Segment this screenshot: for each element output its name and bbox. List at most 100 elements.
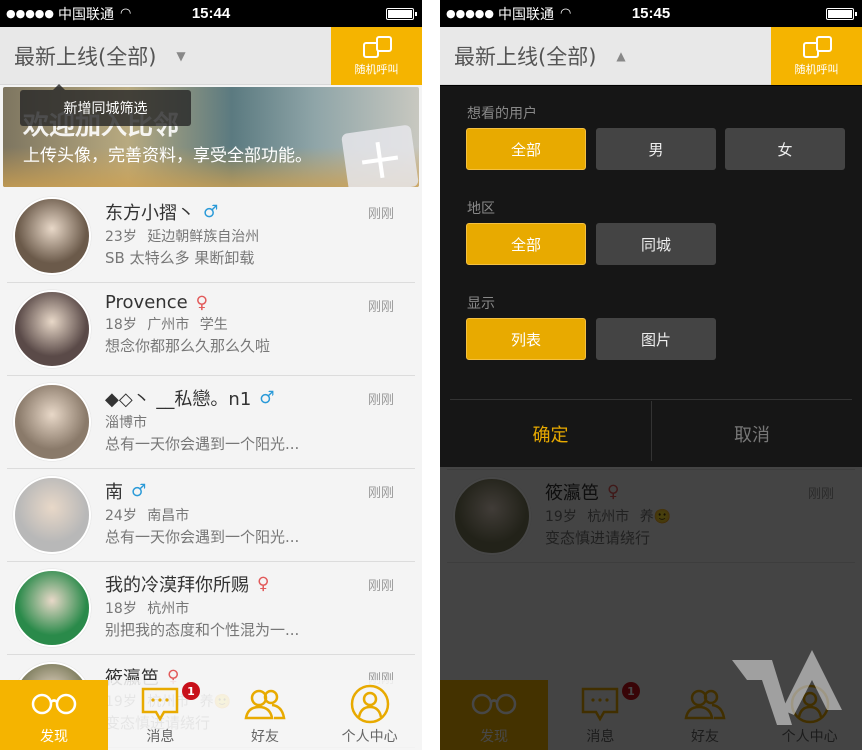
status-time: 15:45	[631, 5, 671, 22]
status-time: 15:44	[191, 5, 231, 22]
header: 最新上线(全部) ▲ 随机呼叫	[440, 27, 862, 85]
user-signature: 总有一天你会遇到一个阳光...	[105, 528, 300, 546]
user-name-row: Provence ♀	[105, 292, 270, 313]
user-name: ◆◇丶 __私戀。n1	[105, 389, 252, 410]
option-users-female[interactable]: 女	[725, 128, 845, 170]
right-screen: ●●●●● 中国联通 ◠ 15:45 最新上线(全部) ▲ 随机呼叫 Prove…	[440, 0, 862, 750]
tooltip: 新增同城筛选	[20, 84, 191, 126]
glasses-icon	[30, 684, 78, 724]
cancel-button[interactable]: 取消	[652, 401, 852, 467]
confirm-button[interactable]: 确定	[450, 401, 651, 467]
user-meta: 24岁 南昌市	[105, 508, 190, 524]
carrier-label: 中国联通	[58, 6, 114, 23]
add-photo-icon[interactable]	[341, 124, 419, 187]
battery-icon	[826, 8, 857, 20]
banner-subtitle: 上传头像，完善资料，享受全部功能。	[23, 146, 312, 166]
gender-icon: ♀	[195, 292, 209, 313]
user-meta: 淄博市	[105, 415, 147, 431]
avatar[interactable]	[13, 383, 91, 461]
message-icon	[140, 684, 180, 724]
section-label-display: 显示	[467, 296, 495, 312]
user-info: 南 ♂ 24岁 南昌市 总有一天你会遇到一个阳光...	[105, 469, 299, 561]
header: 最新上线(全部) ▼ 随机呼叫	[0, 27, 422, 85]
tab-profile[interactable]: 个人中心	[317, 680, 422, 750]
divider	[450, 399, 852, 400]
filter-title[interactable]: 最新上线(全部)	[454, 41, 596, 71]
option-users-male[interactable]: 男	[596, 128, 716, 170]
unread-badge: 1	[182, 682, 200, 700]
random-call-label: 随机呼叫	[794, 63, 839, 76]
option-users-all[interactable]: 全部	[466, 128, 586, 170]
profile-icon	[350, 684, 390, 724]
option-region-local[interactable]: 同城	[596, 223, 716, 265]
user-info: 我的冷漠拜你所赐 ♀ 18岁 杭州市 别把我的态度和个性混为一...	[105, 562, 299, 654]
carrier-label: 中国联通	[498, 6, 554, 23]
avatar[interactable]	[13, 197, 91, 275]
user-list: 东方小摺丶 ♂ 23岁 延边朝鲜族自治州 SB 太特么多 果断卸载 刚刚 Pro…	[0, 190, 422, 748]
user-meta: 23岁 延边朝鲜族自治州	[105, 229, 260, 245]
random-call-button[interactable]: 随机呼叫	[771, 27, 862, 85]
user-name: 南	[105, 482, 123, 503]
signal-icon: ●●●●●	[446, 7, 494, 20]
list-item[interactable]: 东方小摺丶 ♂ 23岁 延边朝鲜族自治州 SB 太特么多 果断卸载 刚刚	[7, 190, 415, 283]
dice-icon	[359, 35, 395, 59]
section-label-users: 想看的用户	[467, 106, 537, 122]
user-info: 东方小摺丶 ♂ 23岁 延边朝鲜族自治州 SB 太特么多 果断卸载	[105, 190, 259, 282]
option-display-grid[interactable]: 图片	[596, 318, 716, 360]
random-call-label: 随机呼叫	[354, 63, 399, 76]
user-signature: 别把我的态度和个性混为一...	[105, 621, 300, 639]
tab-label: 消息	[146, 729, 175, 745]
gender-icon: ♂	[203, 202, 219, 222]
wifi-icon: ◠	[560, 6, 572, 21]
tab-friends[interactable]: 好友	[213, 680, 318, 750]
user-name: 东方小摺丶	[105, 203, 195, 224]
friends-icon	[244, 684, 286, 724]
avatar[interactable]	[13, 569, 91, 647]
user-signature: 想念你都那么久那么久啦	[105, 337, 271, 355]
filter-title[interactable]: 最新上线(全部)	[14, 41, 156, 71]
list-item[interactable]: 南 ♂ 24岁 南昌市 总有一天你会遇到一个阳光... 刚刚	[7, 469, 415, 562]
random-call-button[interactable]: 随机呼叫	[331, 27, 422, 85]
online-time: 刚刚	[367, 579, 394, 594]
status-bar: ●●●●● 中国联通 ◠ 15:44	[0, 0, 422, 27]
watermark-logo-icon	[732, 650, 842, 725]
user-name-row: 东方小摺丶 ♂	[105, 199, 259, 225]
section-label-region: 地区	[467, 201, 495, 217]
gender-icon: ♂	[259, 388, 275, 408]
user-name-row: 南 ♂	[105, 478, 299, 504]
avatar[interactable]	[13, 476, 91, 554]
user-name-row: ◆◇丶 __私戀。n1 ♂	[105, 385, 299, 411]
tab-label: 好友	[251, 729, 279, 745]
left-screen: ●●●●● 中国联通 ◠ 15:44 最新上线(全部) ▼ 随机呼叫 欢迎加入比…	[0, 0, 422, 750]
caret-up-icon[interactable]: ▲	[616, 49, 625, 63]
online-time: 刚刚	[367, 300, 394, 315]
option-display-list[interactable]: 列表	[466, 318, 586, 360]
tab-bar: 发现 消息 1 好友 个人中心	[0, 680, 422, 750]
user-signature: SB 太特么多 果断卸载	[105, 249, 255, 267]
tab-message[interactable]: 消息 1	[108, 680, 213, 750]
caret-down-icon[interactable]: ▼	[176, 49, 185, 63]
dice-icon	[799, 35, 835, 59]
user-name: 我的冷漠拜你所赐	[105, 575, 249, 596]
user-info: ◆◇丶 __私戀。n1 ♂ 淄博市 总有一天你会遇到一个阳光...	[105, 376, 299, 468]
tab-label: 发现	[40, 729, 68, 745]
option-region-all[interactable]: 全部	[466, 223, 586, 265]
user-meta: 18岁 杭州市	[105, 601, 190, 617]
online-time: 刚刚	[367, 393, 394, 408]
online-time: 刚刚	[367, 486, 394, 501]
user-signature: 总有一天你会遇到一个阳光...	[105, 435, 300, 453]
list-item[interactable]: ◆◇丶 __私戀。n1 ♂ 淄博市 总有一天你会遇到一个阳光... 刚刚	[7, 376, 415, 469]
user-name: Provence	[105, 292, 188, 313]
tab-label: 个人中心	[341, 729, 398, 745]
avatar[interactable]	[13, 290, 91, 368]
user-info: Provence ♀ 18岁 广州市 学生 想念你都那么久那么久啦	[105, 283, 270, 375]
gender-icon: ♀	[257, 574, 270, 594]
list-item[interactable]: Provence ♀ 18岁 广州市 学生 想念你都那么久那么久啦 刚刚	[7, 283, 415, 376]
status-bar: ●●●●● 中国联通 ◠ 15:45	[440, 0, 862, 27]
list-item[interactable]: 我的冷漠拜你所赐 ♀ 18岁 杭州市 别把我的态度和个性混为一... 刚刚	[7, 562, 415, 655]
signal-icon: ●●●●●	[6, 7, 54, 20]
gender-icon: ♂	[131, 481, 147, 501]
online-time: 刚刚	[367, 207, 394, 222]
user-meta: 18岁 广州市 学生	[105, 317, 228, 333]
tab-glasses[interactable]: 发现	[0, 680, 108, 750]
